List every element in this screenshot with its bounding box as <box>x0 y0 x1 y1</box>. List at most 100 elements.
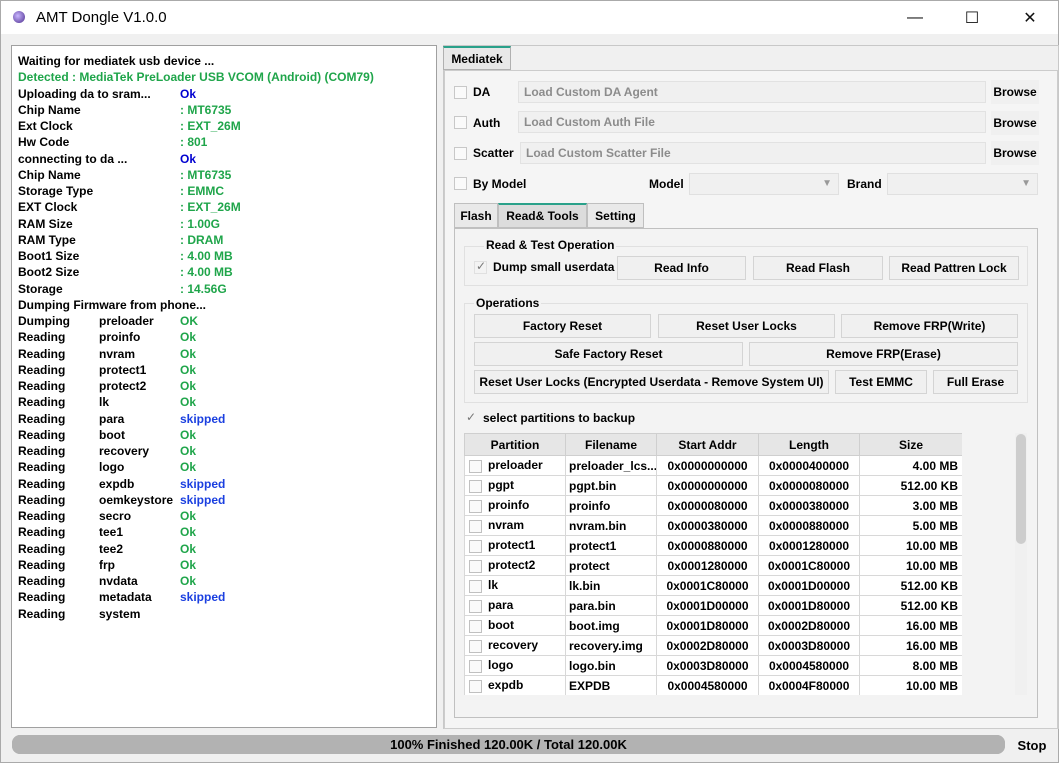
dump-small-userdata-label: Dump small userdata <box>493 260 615 274</box>
table-row[interactable]: expdb EXPDB 0x0004580000 0x0004F80000 10.00 … <box>464 675 962 695</box>
row-checkbox[interactable] <box>469 679 482 693</box>
start-addr-cell: 0x0000380000 <box>656 515 759 536</box>
by-model-checkbox[interactable] <box>454 177 467 190</box>
minimize-button[interactable]: — <box>892 1 938 34</box>
maximize-button[interactable]: ☐ <box>949 1 995 34</box>
scatter-checkbox[interactable] <box>454 147 467 160</box>
table-header-row: Partition Filename Start Addr Length Size <box>464 433 962 456</box>
column-header[interactable]: Start Addr <box>656 433 759 456</box>
size-cell: 4.00 MB <box>859 455 962 476</box>
table-row[interactable]: pgpt pgpt.bin 0x0000000000 0x0000080000 512.… <box>464 475 962 496</box>
partition-cell: proinfo <box>464 495 566 516</box>
model-select[interactable]: ▼ <box>689 173 839 195</box>
table-row[interactable]: protect1 protect1 0x0000880000 0x0001280000… <box>464 535 962 556</box>
auth-label: Auth <box>473 116 501 130</box>
partition-name: preloader <box>488 458 543 473</box>
filename-cell: protect1 <box>565 535 657 556</box>
log-line-label: Reading <box>18 427 66 442</box>
column-header[interactable]: Length <box>758 433 860 456</box>
brand-select[interactable]: ▼ <box>887 173 1038 195</box>
select-partitions-checkbox[interactable] <box>464 410 477 425</box>
dump-small-userdata-checkbox[interactable] <box>474 259 487 274</box>
partition-cell: recovery <box>464 635 566 656</box>
table-scrollbar-thumb[interactable] <box>1016 434 1026 544</box>
da-browse-button[interactable]: Browse <box>991 80 1039 104</box>
filename-cell: nvram.bin <box>565 515 657 536</box>
row-checkbox[interactable] <box>469 559 482 573</box>
tab-read-tools[interactable]: Read& Tools <box>498 203 587 228</box>
scatter-file-field[interactable]: Load Custom Scatter File <box>520 142 986 164</box>
read-info-button[interactable]: Read Info <box>617 256 746 280</box>
tab-mediatek[interactable]: Mediatek <box>443 46 511 70</box>
auth-browse-button[interactable]: Browse <box>991 111 1039 135</box>
remove-frp-write-button[interactable]: Remove FRP(Write) <box>841 314 1018 338</box>
log-line-label: Reading <box>18 557 66 572</box>
size-cell: 10.00 MB <box>859 675 962 695</box>
log-line-label: Waiting for mediatek usb device ... <box>18 54 215 68</box>
log-line-partition: protect2 <box>99 379 147 393</box>
chevron-down-icon: ▼ <box>822 178 832 189</box>
length-cell: 0x0000380000 <box>758 495 860 516</box>
size-cell: 512.00 KB <box>859 475 962 496</box>
da-file-field[interactable]: Load Custom DA Agent <box>518 81 986 103</box>
read-flash-button[interactable]: Read Flash <box>753 256 883 280</box>
filename-cell: pgpt.bin <box>565 475 657 496</box>
remove-frp-erase-button[interactable]: Remove FRP(Erase) <box>749 342 1018 366</box>
filename-cell: recovery.img <box>565 635 657 656</box>
row-checkbox[interactable] <box>469 459 482 473</box>
auth-checkbox[interactable] <box>454 116 467 129</box>
table-row[interactable]: recovery recovery.img 0x0002D80000 0x0003D8… <box>464 635 962 656</box>
row-checkbox[interactable] <box>469 619 482 633</box>
test-emmc-button[interactable]: Test EMMC <box>835 370 927 394</box>
full-erase-button[interactable]: Full Erase <box>933 370 1018 394</box>
column-header[interactable]: Filename <box>565 433 657 456</box>
read-pattern-lock-button[interactable]: Read Pattren Lock <box>889 256 1019 280</box>
log-line-status: skipped <box>180 492 226 507</box>
scatter-browse-button[interactable]: Browse <box>991 141 1039 165</box>
safe-factory-reset-button[interactable]: Safe Factory Reset <box>474 342 743 366</box>
log-line-label: Storage <box>18 281 63 296</box>
table-row[interactable]: para para.bin 0x0001D00000 0x0001D80000 512.… <box>464 595 962 616</box>
tab-flash[interactable]: Flash <box>454 203 498 228</box>
table-row[interactable]: proinfo proinfo 0x0000080000 0x0000380000 3.… <box>464 495 962 516</box>
row-checkbox[interactable] <box>469 639 482 653</box>
log-line-status: skipped <box>180 411 226 426</box>
row-checkbox[interactable] <box>469 539 482 553</box>
tab-setting[interactable]: Setting <box>587 203 644 228</box>
column-header[interactable]: Size <box>859 433 962 456</box>
da-checkbox[interactable] <box>454 86 467 99</box>
row-checkbox[interactable] <box>469 579 482 593</box>
row-checkbox[interactable] <box>469 659 482 673</box>
auth-file-field[interactable]: Load Custom Auth File <box>518 111 986 133</box>
partition-cell: nvram <box>464 515 566 536</box>
factory-reset-button[interactable]: Factory Reset <box>474 314 651 338</box>
size-cell: 16.00 MB <box>859 615 962 636</box>
table-row[interactable]: logo logo.bin 0x0003D80000 0x0004580000 8.00… <box>464 655 962 676</box>
log-line-partition: boot <box>99 427 125 442</box>
filename-cell: preloader_lcs... <box>565 455 657 476</box>
log-line-partition: para <box>99 411 125 426</box>
partition-table: Partition Filename Start Addr Length Size pr… <box>464 433 962 695</box>
log-line-partition: oemkeystore <box>99 492 174 507</box>
filename-cell: logo.bin <box>565 655 657 676</box>
log-line-label: Reading <box>18 346 66 361</box>
stop-button[interactable]: Stop <box>1011 734 1053 756</box>
table-row[interactable]: lk lk.bin 0x0001C80000 0x0001D00000 512.00 K… <box>464 575 962 596</box>
row-checkbox[interactable] <box>469 479 482 493</box>
start-addr-cell: 0x0000080000 <box>656 495 759 516</box>
table-row[interactable]: boot boot.img 0x0001D80000 0x0002D80000 16.0… <box>464 615 962 636</box>
row-checkbox[interactable] <box>469 599 482 613</box>
table-row[interactable]: protect2 protect 0x0001280000 0x0001C80000 1… <box>464 555 962 576</box>
log-line-status: Ok <box>180 460 197 475</box>
log-line-label: Reading <box>18 444 66 458</box>
partition-name: recovery <box>488 638 539 653</box>
table-row[interactable]: preloader preloader_lcs... 0x0000000000 0x0… <box>464 455 962 476</box>
close-button[interactable]: ✕ <box>1007 1 1053 34</box>
reset-user-locks-encrypted-button[interactable]: Reset User Locks (Encrypted Userdata - R… <box>474 370 829 394</box>
table-row[interactable]: nvram nvram.bin 0x0000380000 0x0000880000 5.… <box>464 515 962 536</box>
column-header[interactable]: Partition <box>464 433 566 456</box>
row-checkbox[interactable] <box>469 519 482 533</box>
row-checkbox[interactable] <box>469 499 482 513</box>
partition-cell: protect2 <box>464 555 566 576</box>
reset-user-locks-button[interactable]: Reset User Locks <box>658 314 835 338</box>
